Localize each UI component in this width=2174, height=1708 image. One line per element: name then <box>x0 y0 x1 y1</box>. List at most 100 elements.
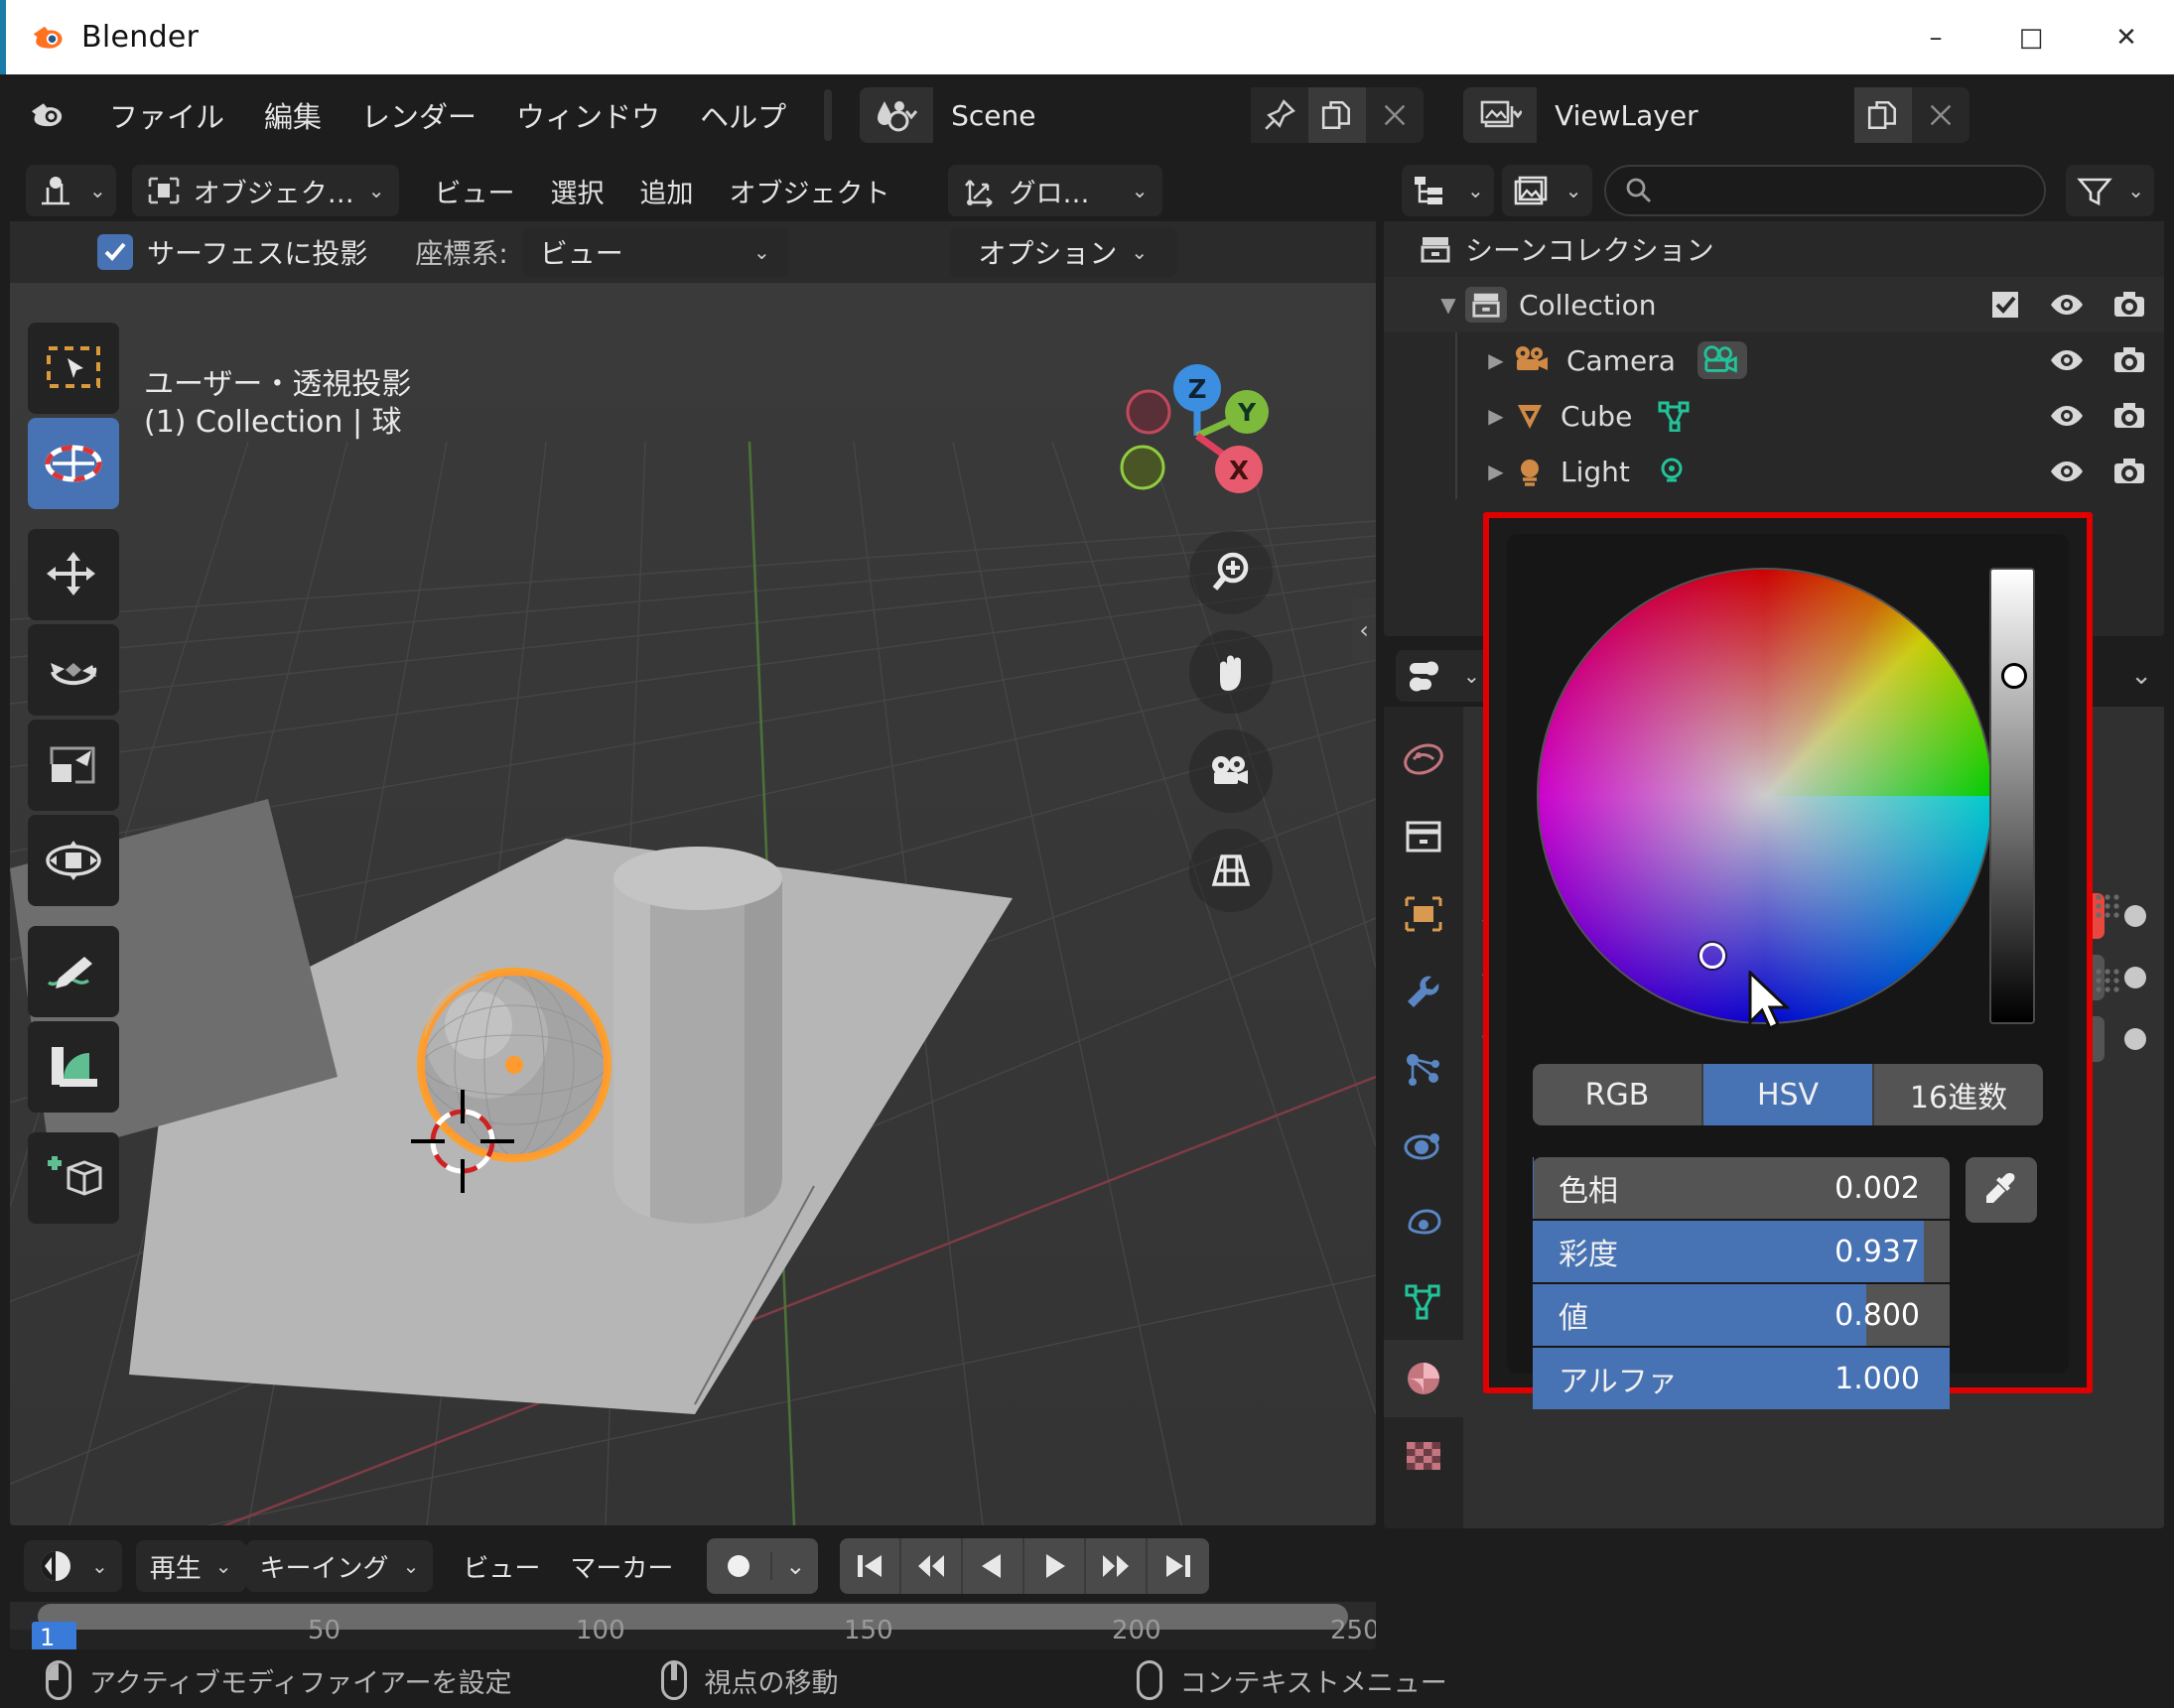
properties-editor-type-button[interactable]: ⌄ <box>1396 650 1490 702</box>
viewport-menu-object[interactable]: オブジェクト <box>730 172 890 210</box>
camera-data-icon[interactable] <box>1697 341 1747 379</box>
menu-render[interactable]: レンダー <box>361 94 476 136</box>
3d-viewport[interactable]: ⌄ オブジェク… ⌄ ビュー 選択 追加 オブジェクト グロ… ⌄ サーフェスに… <box>10 160 1376 1525</box>
camera-view-icon[interactable] <box>1189 729 1273 813</box>
outliner-row-collection[interactable]: ▼ Collection <box>1384 277 2164 332</box>
play-icon[interactable] <box>1024 1538 1087 1594</box>
blender-menu-icon[interactable] <box>28 94 69 136</box>
unlink-scene-icon[interactable] <box>1366 87 1424 143</box>
texture-tab[interactable] <box>1384 1417 1463 1495</box>
scene-name[interactable]: Scene <box>933 87 1252 143</box>
value-slider[interactable] <box>1989 568 2035 1024</box>
viewport-menu-view[interactable]: ビュー <box>435 172 515 210</box>
timeline-editor[interactable]: ⌄ 再生 ⌄ キーイング ⌄ ビュー マーカー ⌄ 50 100 150 200… <box>10 1530 1376 1649</box>
viewlayer-icon[interactable] <box>1463 87 1538 143</box>
outliner-row-scene-collection[interactable]: シーンコレクション <box>1384 221 2164 277</box>
animate-property-dot[interactable] <box>2124 1028 2146 1050</box>
eye-icon[interactable] <box>2049 346 2085 374</box>
outliner-row-camera[interactable]: ▶ Camera <box>1384 332 2164 388</box>
close-button[interactable]: ✕ <box>2079 0 2174 74</box>
slider-alpha[interactable]: アルファ 1.000 <box>1533 1348 1950 1409</box>
menu-file[interactable]: ファイル <box>109 94 224 136</box>
mesh-data-icon[interactable] <box>1658 400 1692 432</box>
next-keyframe-icon[interactable] <box>1086 1538 1149 1594</box>
transform-orientation-dropdown[interactable]: グロ… ⌄ <box>947 165 1162 216</box>
panel-grip[interactable] <box>2095 893 2130 923</box>
outliner-display-mode[interactable]: ⌄ <box>1402 165 1494 216</box>
options-dropdown[interactable]: オプション ⌄ <box>948 227 1177 277</box>
data-tab[interactable] <box>1384 1262 1463 1340</box>
auto-keying-chevron[interactable]: ⌄ <box>770 1552 818 1580</box>
camera-render-icon[interactable] <box>2112 345 2146 375</box>
camera-render-icon[interactable] <box>2112 401 2146 431</box>
viewport-menu-select[interactable]: 選択 <box>551 172 605 210</box>
tool-move[interactable] <box>28 529 119 620</box>
timeline-menu-view[interactable]: ビュー <box>463 1548 540 1585</box>
physics-tab[interactable] <box>1384 1108 1463 1185</box>
tool-scale[interactable] <box>28 720 119 811</box>
material-tab[interactable] <box>1384 1340 1463 1417</box>
current-frame-indicator[interactable]: 1 <box>32 1622 77 1649</box>
pin-icon[interactable] <box>1251 87 1308 143</box>
light-data-icon[interactable] <box>1656 456 1688 487</box>
timeline-editor-type-button[interactable]: ⌄ <box>24 1540 122 1592</box>
jump-end-icon[interactable] <box>1148 1538 1209 1594</box>
tab-rgb[interactable]: RGB <box>1533 1064 1703 1125</box>
toggle-perspective-icon[interactable] <box>1189 829 1273 912</box>
modifier-tab[interactable] <box>1384 953 1463 1030</box>
viewlayer-name[interactable]: ViewLayer <box>1537 87 1855 143</box>
navigation-gizmo[interactable]: Z Y X <box>1118 350 1277 509</box>
slider-hue[interactable]: 色相 0.002 <box>1533 1157 1950 1219</box>
particles-tab[interactable] <box>1384 1030 1463 1108</box>
properties-header-chevron[interactable]: ⌄ <box>2130 661 2152 691</box>
camera-render-icon[interactable] <box>2112 457 2146 486</box>
tool-transform[interactable] <box>28 815 119 906</box>
object-tab[interactable] <box>1384 875 1463 953</box>
tab-hsv[interactable]: HSV <box>1703 1064 1874 1125</box>
checkbox-icon[interactable] <box>1989 289 2021 321</box>
prev-keyframe-icon[interactable] <box>901 1538 964 1594</box>
unlink-viewlayer-icon[interactable] <box>1912 87 1970 143</box>
snap-surface-checkbox[interactable] <box>97 234 133 270</box>
color-picker-popup[interactable]: RGB HSV 16進数 色相 0.002 彩度 0.937 値 0.800 ア… <box>1483 512 2093 1409</box>
output-tab[interactable] <box>1384 798 1463 875</box>
expand-triangle-icon[interactable]: ▶ <box>1479 404 1513 428</box>
outliner-search-input[interactable] <box>1603 165 2047 216</box>
maximize-button[interactable]: □ <box>1983 0 2079 74</box>
editor-type-button[interactable]: ⌄ <box>26 165 116 216</box>
render-tab[interactable] <box>1384 721 1463 798</box>
value-slider-handle[interactable] <box>2001 662 2027 689</box>
timeline-scrollbar[interactable] <box>10 1602 1376 1632</box>
minimize-button[interactable]: – <box>1888 0 1983 74</box>
camera-render-icon[interactable] <box>2112 290 2146 320</box>
menu-help[interactable]: ヘルプ <box>700 94 786 136</box>
sidebar-toggle-arrow[interactable]: ‹ <box>1352 598 1376 662</box>
timeline-ruler[interactable]: 50 100 150 200 250 <box>10 1616 1376 1649</box>
menu-window[interactable]: ウィンドウ <box>516 94 660 136</box>
expand-triangle-icon[interactable]: ▶ <box>1479 460 1513 483</box>
interaction-mode-dropdown[interactable]: オブジェク… ⌄ <box>131 165 399 216</box>
viewport-menu-add[interactable]: 追加 <box>640 172 694 210</box>
slider-value[interactable]: 値 0.800 <box>1533 1284 1950 1346</box>
pan-hand-icon[interactable] <box>1189 630 1273 714</box>
tool-rotate[interactable] <box>28 624 119 716</box>
eyedropper-icon[interactable] <box>1966 1157 2037 1223</box>
tool-measure[interactable] <box>28 1021 119 1113</box>
expand-triangle-icon[interactable]: ▼ <box>1431 293 1465 317</box>
outliner-filter-mode[interactable]: ⌄ <box>1501 165 1592 216</box>
constraint-tab[interactable] <box>1384 1185 1463 1262</box>
tool-tweak-select[interactable] <box>28 323 119 414</box>
zoom-icon[interactable] <box>1189 531 1273 614</box>
eye-icon[interactable] <box>2049 458 2085 485</box>
eye-icon[interactable] <box>2049 291 2085 319</box>
copy-icon[interactable] <box>1308 87 1367 143</box>
menu-edit[interactable]: 編集 <box>264 94 322 136</box>
timeline-menu-marker[interactable]: マーカー <box>570 1548 673 1585</box>
play-reverse-icon[interactable] <box>963 1538 1025 1594</box>
coordinate-system-dropdown[interactable]: ビュー ⌄ <box>521 227 788 277</box>
panel-grip[interactable] <box>2095 968 2130 997</box>
color-wheel-cursor[interactable] <box>1698 943 1725 970</box>
outliner-row-light[interactable]: ▶ Light <box>1384 444 2164 499</box>
scene-icon[interactable] <box>860 87 934 143</box>
expand-triangle-icon[interactable]: ▶ <box>1479 348 1513 372</box>
